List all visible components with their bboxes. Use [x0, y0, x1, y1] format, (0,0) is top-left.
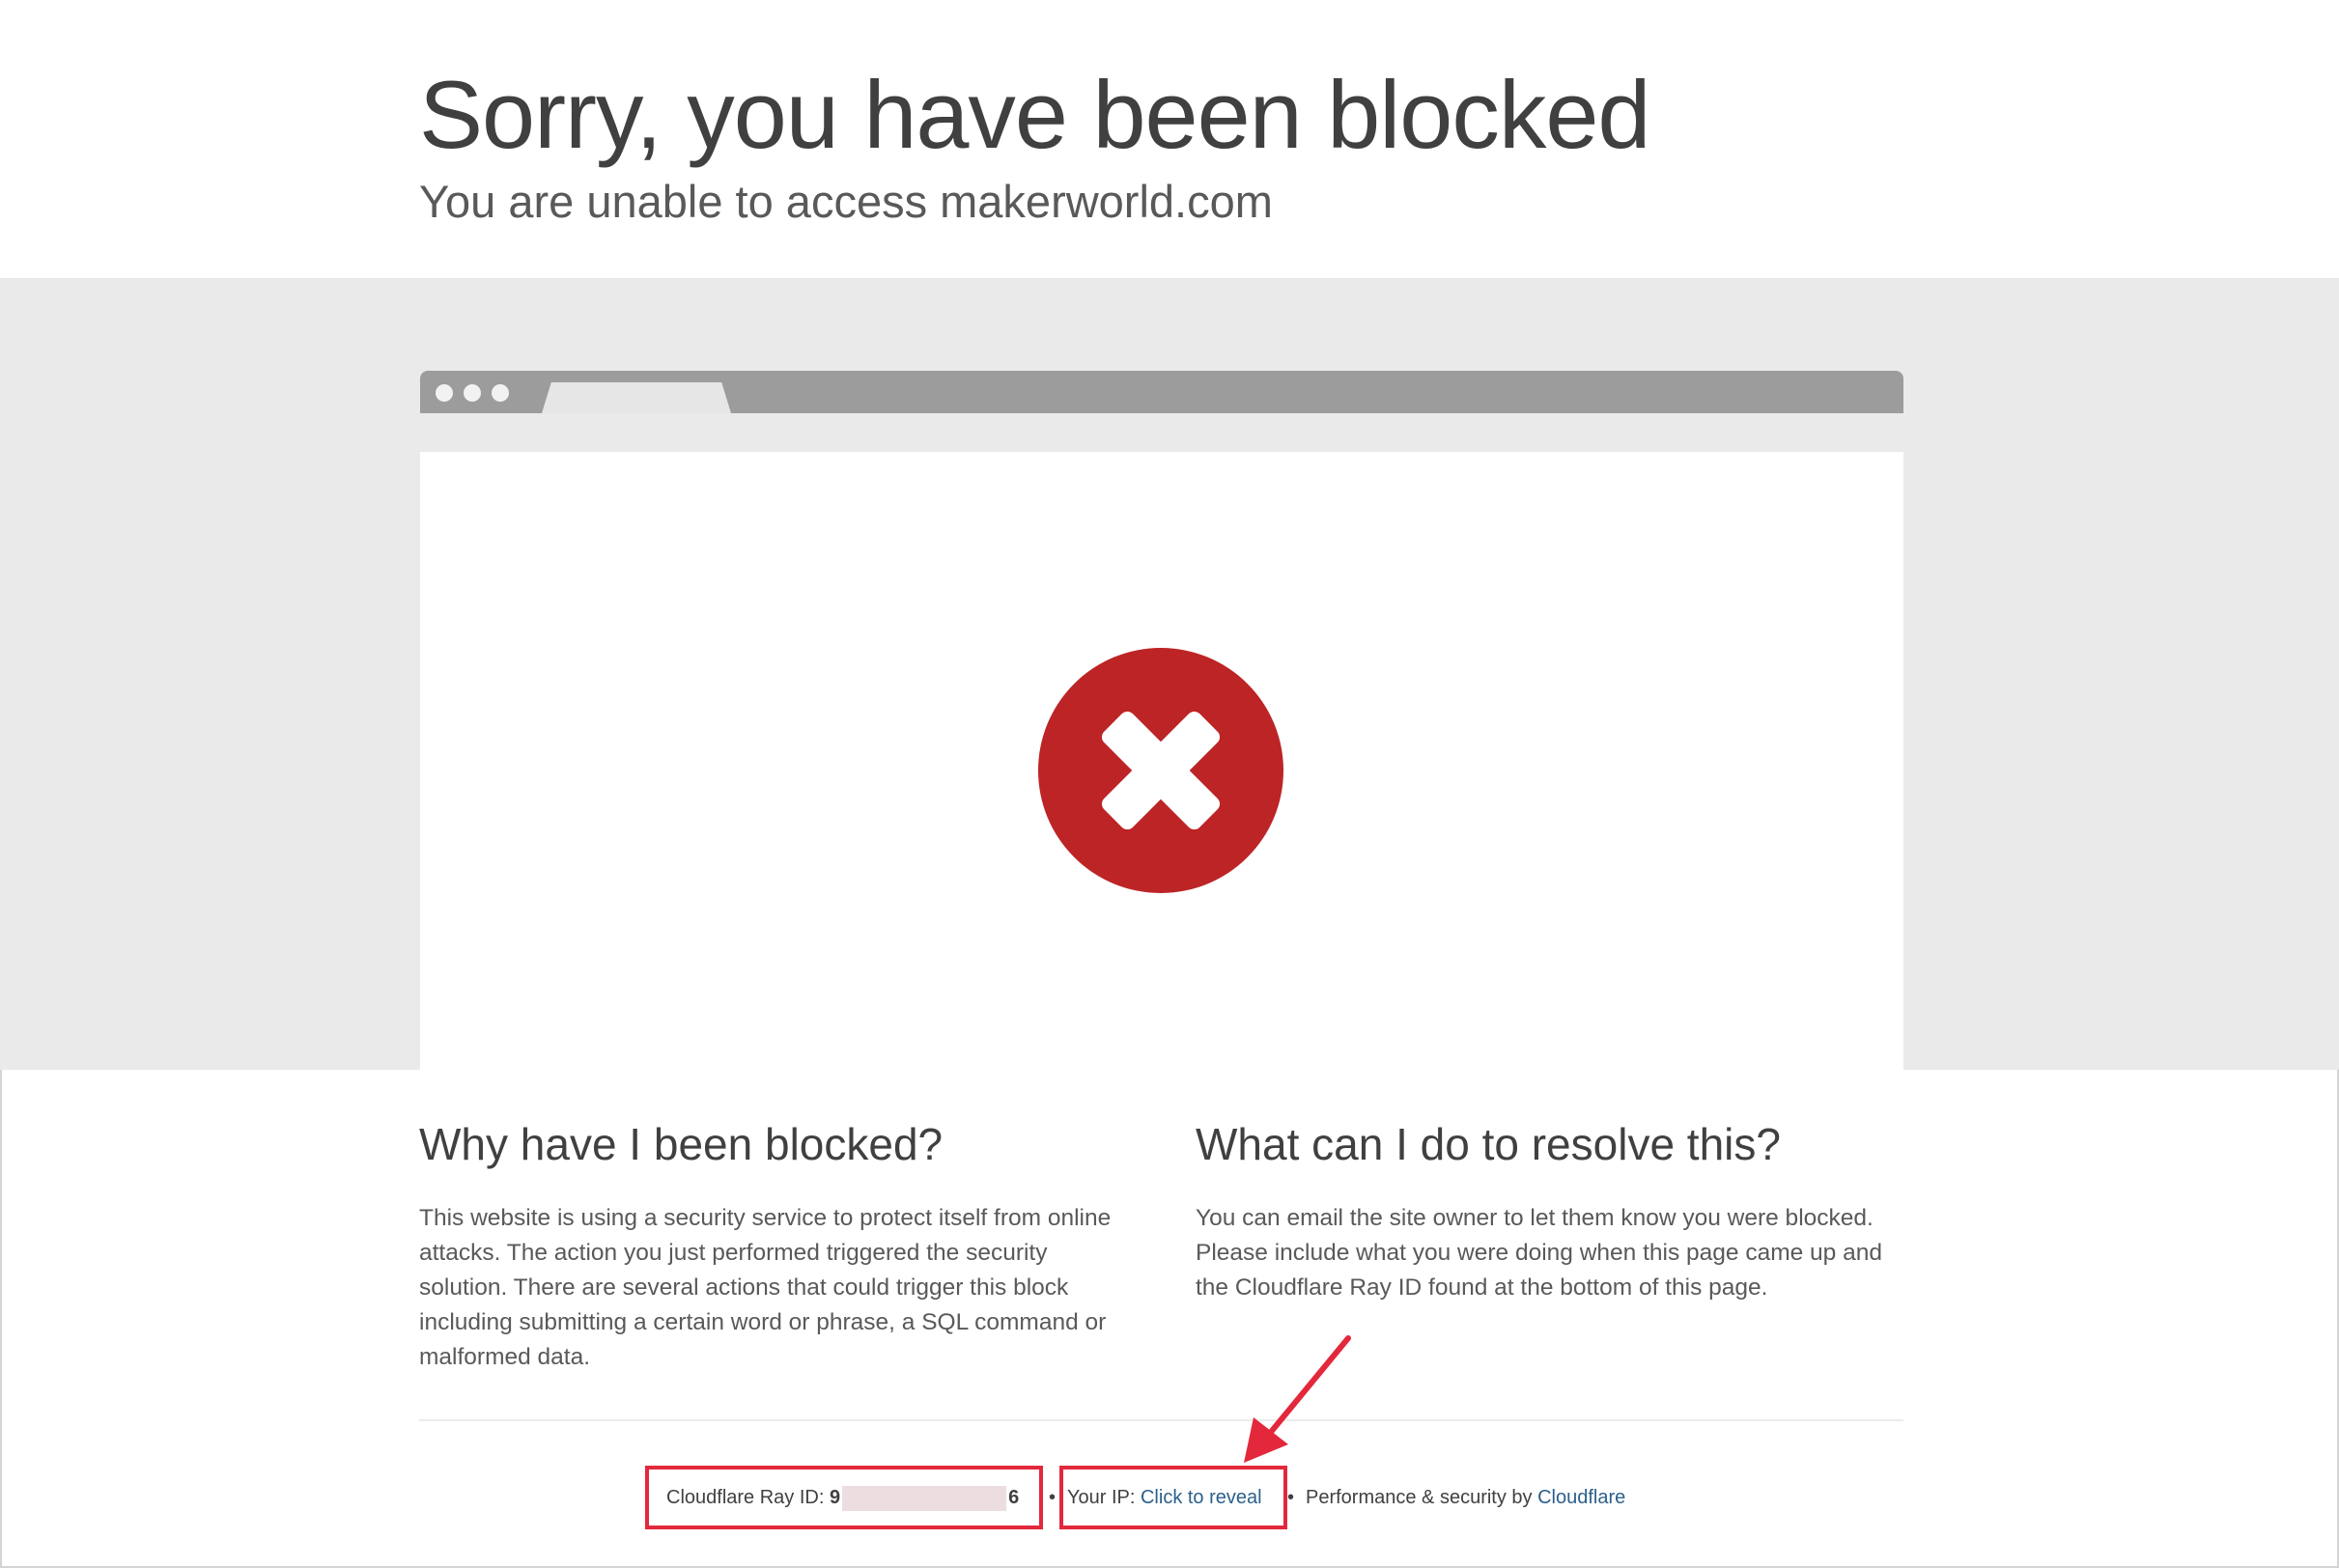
ray-id-highlight-box: [645, 1466, 1043, 1529]
footer-separator: •: [1049, 1487, 1057, 1508]
performance-label: Performance & security by: [1306, 1487, 1533, 1508]
divider: [419, 1419, 1903, 1421]
resolve-heading: What can I do to resolve this?: [1196, 1119, 1781, 1169]
why-blocked-heading: Why have I been blocked?: [419, 1119, 944, 1169]
browser-dot-icon: [492, 384, 509, 402]
browser-mockup-bar: [420, 371, 1903, 413]
annotation-arrow-icon: [1244, 1335, 1351, 1463]
resolve-text: You can email the site owner to let them…: [1196, 1205, 1882, 1301]
cloudflare-link[interactable]: Cloudflare: [1537, 1487, 1625, 1508]
performance-credit: Performance & security by Cloudflare: [1306, 1483, 1625, 1512]
browser-dot-icon: [464, 384, 481, 402]
page-title: Sorry, you have been blocked: [419, 61, 1650, 168]
resolve-section: What can I do to resolve this? You can e…: [1196, 1118, 1910, 1305]
why-blocked-section: Why have I been blocked? This website is…: [419, 1118, 1134, 1375]
page-subtitle: You are unable to access makerworld.com: [419, 176, 1273, 227]
browser-dot-icon: [436, 384, 453, 402]
why-blocked-text: This website is using a security service…: [419, 1205, 1112, 1370]
error-x-icon: [1038, 648, 1283, 893]
browser-tab: [542, 382, 731, 413]
ip-highlight-box: [1059, 1466, 1287, 1529]
footer-separator: •: [1287, 1487, 1295, 1508]
header: Sorry, you have been blocked You are una…: [0, 0, 2339, 278]
